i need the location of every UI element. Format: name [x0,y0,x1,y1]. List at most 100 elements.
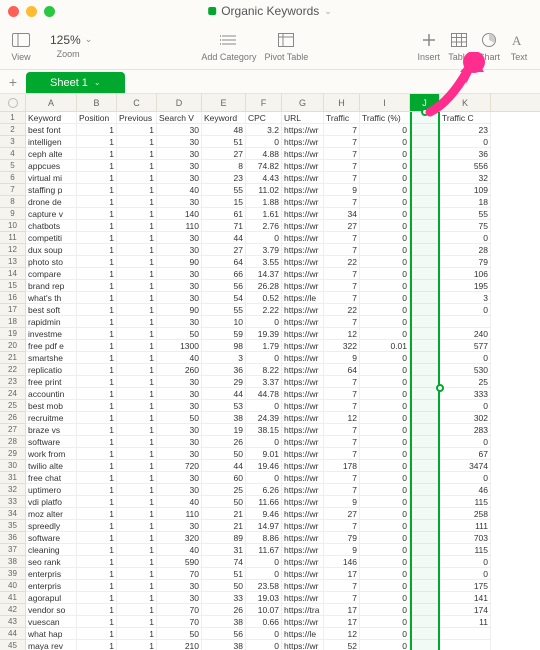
cell[interactable]: ceph alte [26,148,77,160]
cell[interactable] [410,112,440,124]
cell[interactable]: 0 [360,472,410,484]
row-header[interactable]: 3 [0,136,25,148]
cell[interactable]: https://wr [282,364,324,376]
cell[interactable]: best soft [26,304,77,316]
cell[interactable]: 19.46 [246,460,282,472]
cell[interactable]: 7 [324,268,360,280]
cell[interactable]: 30 [157,424,202,436]
row-header[interactable]: 4 [0,148,25,160]
cell[interactable]: https://wr [282,148,324,160]
cell[interactable]: 24.39 [246,412,282,424]
cell[interactable]: 7 [324,388,360,400]
cell[interactable]: 1 [77,316,117,328]
cell[interactable]: 530 [440,364,491,376]
cell[interactable]: 0 [246,568,282,580]
cell[interactable]: 0 [360,484,410,496]
column-header[interactable]: A [26,94,77,111]
cell[interactable]: 1 [117,496,157,508]
cell[interactable]: 11.66 [246,496,282,508]
cell[interactable]: 7 [324,448,360,460]
cell[interactable]: 1 [117,592,157,604]
cell[interactable]: 14.97 [246,520,282,532]
cell[interactable]: 577 [440,340,491,352]
cell[interactable]: 115 [440,544,491,556]
cell[interactable]: https://wr [282,508,324,520]
cell[interactable]: 50 [202,580,246,592]
cell[interactable]: 0 [360,328,410,340]
cell[interactable]: 29 [202,376,246,388]
row-header[interactable]: 31 [0,472,25,484]
cell[interactable]: 174 [440,604,491,616]
cell[interactable]: 21 [202,508,246,520]
cell[interactable]: 0 [440,352,491,364]
cell[interactable]: 0 [360,532,410,544]
cell[interactable]: 2.22 [246,304,282,316]
cell[interactable]: 7 [324,136,360,148]
cell[interactable] [410,136,440,148]
view-button[interactable]: View [10,30,32,62]
cell[interactable]: 30 [157,316,202,328]
cell[interactable]: https://wr [282,220,324,232]
cell[interactable]: 31 [202,544,246,556]
cell[interactable]: 7 [324,124,360,136]
cell[interactable]: 8.22 [246,364,282,376]
cell[interactable]: 7 [324,580,360,592]
column-header[interactable]: E [202,94,246,111]
cell[interactable]: 30 [157,376,202,388]
cell[interactable]: 1 [117,448,157,460]
cell[interactable]: 1 [117,412,157,424]
cell[interactable]: 1 [117,508,157,520]
cell[interactable]: 0 [246,352,282,364]
cell[interactable]: dux soup [26,244,77,256]
cell[interactable]: 15 [202,196,246,208]
cell[interactable]: 7 [324,292,360,304]
cell[interactable]: 17 [324,604,360,616]
cell[interactable]: 0 [360,424,410,436]
cell[interactable]: 0 [360,184,410,196]
cell[interactable]: maya rev [26,640,77,650]
cell[interactable]: 27 [324,220,360,232]
cell[interactable]: 0 [360,280,410,292]
cell[interactable]: 0 [246,316,282,328]
cell[interactable]: 140 [157,208,202,220]
cell[interactable]: 1 [117,328,157,340]
cell[interactable]: capture v [26,208,77,220]
cell[interactable]: https://wr [282,412,324,424]
cell[interactable]: https://wr [282,484,324,496]
cell[interactable]: 1 [117,208,157,220]
cell[interactable]: 19.03 [246,592,282,604]
cell[interactable]: 30 [157,592,202,604]
cell[interactable]: vdi platfo [26,496,77,508]
cell[interactable]: 322 [324,340,360,352]
cell[interactable]: 0 [360,496,410,508]
cell[interactable]: 60 [202,472,246,484]
cell[interactable] [410,280,440,292]
cell[interactable]: free chat [26,472,77,484]
cell[interactable]: what's th [26,292,77,304]
cell[interactable]: 30 [157,388,202,400]
cell[interactable]: 9 [324,544,360,556]
cell[interactable]: rapidmin [26,316,77,328]
cell[interactable]: https://wr [282,580,324,592]
cell[interactable]: 210 [157,640,202,650]
column-header[interactable]: G [282,94,324,111]
cell[interactable]: 7 [324,244,360,256]
cell[interactable]: 0 [360,268,410,280]
cell[interactable]: Keyword [26,112,77,124]
cell[interactable] [410,124,440,136]
cell[interactable] [410,256,440,268]
row-header[interactable]: 10 [0,220,25,232]
cell[interactable] [410,268,440,280]
cell[interactable]: 79 [324,532,360,544]
cell[interactable]: 3474 [440,460,491,472]
cell[interactable]: 1 [77,196,117,208]
cell[interactable]: vuescan [26,616,77,628]
cell[interactable] [410,436,440,448]
cell[interactable]: 9.46 [246,508,282,520]
cell[interactable]: 0 [360,304,410,316]
cell[interactable]: 1 [77,208,117,220]
cell[interactable]: 0.01 [360,340,410,352]
cell[interactable]: 4.43 [246,172,282,184]
row-header[interactable]: 42 [0,604,25,616]
cell[interactable]: 1 [117,532,157,544]
